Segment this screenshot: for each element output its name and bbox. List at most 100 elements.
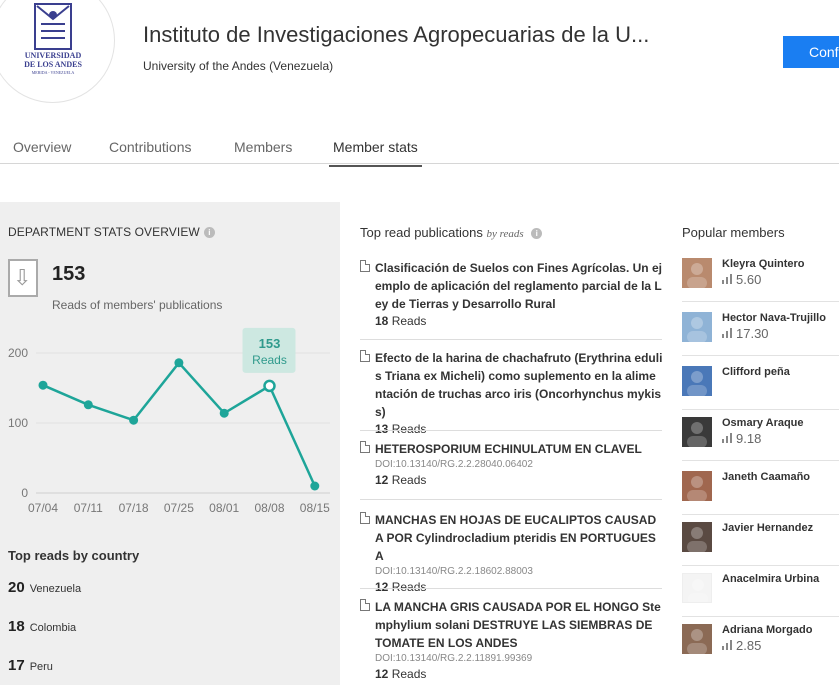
member-item[interactable]: Janeth Caamaño bbox=[682, 471, 839, 511]
info-icon[interactable]: i bbox=[531, 228, 543, 239]
member-name[interactable]: Osmary Araque bbox=[722, 417, 804, 429]
reads-total: 153 bbox=[52, 263, 86, 285]
publication-doi: DOI:10.13140/RG.2.2.11891.99369 bbox=[375, 653, 533, 664]
publication-reads-count: 12 bbox=[375, 667, 389, 681]
x-tick-label: 08/01 bbox=[209, 501, 239, 515]
publication-doi: DOI:10.13140/RG.2.2.28040.06402 bbox=[375, 459, 533, 470]
divider bbox=[360, 499, 662, 500]
person-icon bbox=[688, 579, 708, 602]
avatar[interactable] bbox=[682, 624, 712, 654]
country-count: 17 bbox=[8, 657, 25, 674]
publication-title[interactable]: Clasificación de Suelos con Fines Agríco… bbox=[375, 259, 663, 313]
publication-reads: 12 Reads bbox=[375, 472, 663, 489]
info-icon[interactable]: i bbox=[203, 227, 215, 238]
chart-point[interactable] bbox=[83, 400, 93, 410]
member-item[interactable]: Javier Hernandez bbox=[682, 522, 839, 562]
publication-title[interactable]: HETEROSPORIUM ECHINULATUM EN CLAVEL bbox=[375, 440, 663, 458]
x-tick-label: 07/11 bbox=[74, 501, 103, 515]
avatar[interactable] bbox=[682, 573, 712, 603]
country-name[interactable]: Peru bbox=[30, 661, 53, 673]
confirm-button[interactable]: Conf bbox=[783, 36, 839, 68]
publication-reads: 18 Reads bbox=[375, 313, 663, 330]
person-icon bbox=[687, 422, 707, 447]
divider bbox=[682, 460, 839, 461]
avatar[interactable] bbox=[682, 258, 712, 288]
member-name[interactable]: Clifford peña bbox=[722, 366, 790, 378]
avatar[interactable] bbox=[682, 312, 712, 342]
document-icon bbox=[360, 350, 370, 362]
member-name[interactable]: Janeth Caamaño bbox=[722, 471, 810, 483]
publication-title[interactable]: LA MANCHA GRIS CAUSADA POR EL HONGO Stem… bbox=[375, 598, 663, 652]
publication-item: LA MANCHA GRIS CAUSADA POR EL HONGO Stem… bbox=[360, 598, 663, 683]
tab-members[interactable]: Members bbox=[234, 139, 292, 155]
member-name[interactable]: Adriana Morgado bbox=[722, 624, 812, 636]
member-name[interactable]: Hector Nava-Trujillo bbox=[722, 312, 826, 324]
tab-contributions[interactable]: Contributions bbox=[109, 139, 192, 155]
publication-title[interactable]: Efecto de la harina de chachafruto (Eryt… bbox=[375, 349, 663, 421]
chart-point[interactable] bbox=[219, 408, 229, 418]
chart-x-axis: 07/04 07/11 07/18 07/25 08/01 08/08 08/15 bbox=[28, 501, 330, 515]
chart-point[interactable] bbox=[174, 358, 184, 368]
tooltip-label: Reads bbox=[252, 353, 287, 367]
member-item[interactable]: Hector Nava-Trujillo 17.30 bbox=[682, 312, 839, 352]
document-icon bbox=[360, 260, 370, 272]
publications-by-reads: by reads bbox=[486, 228, 524, 240]
country-name[interactable]: Venezuela bbox=[30, 583, 81, 595]
x-tick-label: 07/18 bbox=[119, 501, 149, 515]
person-icon bbox=[687, 317, 707, 342]
member-item[interactable]: Osmary Araque 9.18 bbox=[682, 417, 839, 457]
institution-subtitle[interactable]: University of the Andes (Venezuela) bbox=[143, 59, 333, 73]
tab-member-stats[interactable]: Member stats bbox=[329, 139, 422, 167]
bar-chart-icon bbox=[722, 640, 732, 650]
person-icon bbox=[687, 476, 707, 501]
divider bbox=[360, 430, 662, 431]
logo-line-3: MERIDA - VENEZUELA bbox=[32, 70, 75, 75]
divider bbox=[682, 565, 839, 566]
avatar[interactable] bbox=[682, 522, 712, 552]
countries-title: Top reads by country bbox=[8, 548, 140, 563]
divider bbox=[682, 355, 839, 356]
avatar[interactable] bbox=[682, 366, 712, 396]
member-item[interactable]: Kleyra Quintero 5.60 bbox=[682, 258, 839, 298]
divider bbox=[682, 301, 839, 302]
bar-chart-icon bbox=[722, 328, 732, 338]
member-item[interactable]: Clifford peña bbox=[682, 366, 839, 406]
institution-title: Instituto de Investigaciones Agropecuari… bbox=[143, 22, 650, 47]
chart-point[interactable] bbox=[310, 481, 320, 491]
publication-doi: DOI:10.13140/RG.2.2.18602.88003 bbox=[375, 566, 533, 577]
publication-title[interactable]: MANCHAS EN HOJAS DE EUCALIPTOS CAUSADA P… bbox=[375, 511, 663, 565]
avatar[interactable] bbox=[682, 471, 712, 501]
member-item[interactable]: Anacelmira Urbina bbox=[682, 573, 839, 613]
chart-y-axis: 0 100 200 bbox=[8, 346, 28, 500]
publication-reads-count: 18 bbox=[375, 314, 389, 328]
reads-download-icon: ⇩ bbox=[8, 259, 38, 297]
member-score: 9.18 bbox=[722, 431, 761, 446]
member-score: 5.60 bbox=[722, 272, 761, 287]
member-score-value: 17.30 bbox=[736, 326, 769, 341]
divider bbox=[682, 616, 839, 617]
publication-reads-label: Reads bbox=[391, 314, 427, 328]
member-score: 2.85 bbox=[722, 638, 761, 653]
member-name[interactable]: Javier Hernandez bbox=[722, 522, 813, 534]
chart-point[interactable] bbox=[129, 415, 139, 425]
country-row: 17 Peru bbox=[8, 657, 53, 674]
x-tick-label: 08/15 bbox=[300, 501, 330, 515]
member-name[interactable]: Kleyra Quintero bbox=[722, 258, 805, 270]
member-score-value: 5.60 bbox=[736, 272, 762, 287]
person-icon bbox=[687, 629, 707, 654]
member-name[interactable]: Anacelmira Urbina bbox=[722, 573, 819, 585]
chart-series-line bbox=[42, 360, 316, 487]
logo-line-1: UNIVERSIDAD bbox=[25, 51, 82, 60]
tab-overview[interactable]: Overview bbox=[13, 139, 71, 155]
divider bbox=[360, 588, 662, 589]
chart-tooltip: 153 Reads bbox=[242, 327, 296, 373]
stats-heading: DEPARTMENT STATS OVERVIEW i bbox=[8, 225, 215, 239]
publication-item: HETEROSPORIUM ECHINULATUM EN CLAVEL DOI:… bbox=[360, 440, 663, 489]
chart-point[interactable] bbox=[263, 379, 276, 393]
country-name[interactable]: Colombia bbox=[30, 622, 76, 634]
chart-point[interactable] bbox=[38, 380, 48, 390]
divider bbox=[360, 339, 662, 340]
member-item[interactable]: Adriana Morgado 2.85 bbox=[682, 624, 839, 664]
avatar[interactable] bbox=[682, 417, 712, 447]
y-tick-label: 200 bbox=[8, 346, 28, 360]
